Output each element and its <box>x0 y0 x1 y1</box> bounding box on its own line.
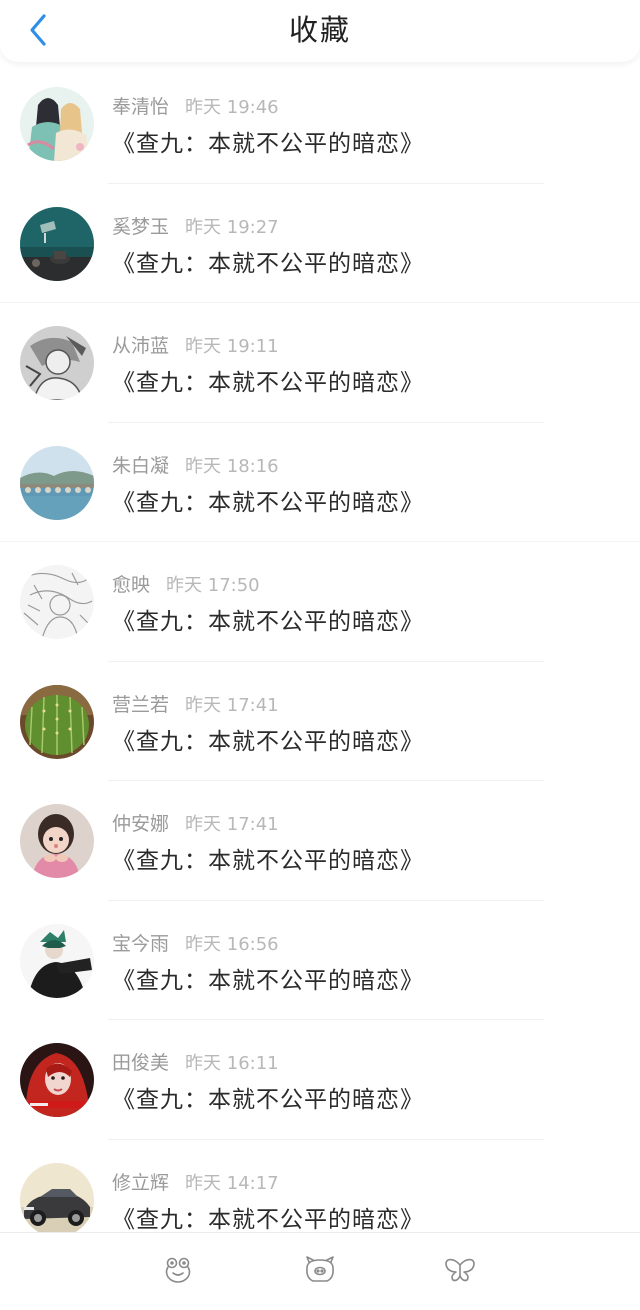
list-item[interactable]: 修立辉 昨天 14:17 《查九：本就不公平的暗恋》 <box>0 1140 640 1233</box>
contact-name: 朱白凝 <box>112 454 170 477</box>
contact-name: 田俊美 <box>112 1052 170 1074</box>
tab-butterfly[interactable] <box>442 1253 478 1287</box>
bottom-tab-bar <box>0 1232 640 1310</box>
favorite-message: 《查九：本就不公平的暗恋》 <box>112 370 424 396</box>
timestamp: 昨天 16:11 <box>185 1053 279 1074</box>
list-item[interactable]: 奉清怡 昨天 19:46 《查九：本就不公平的暗恋》 <box>0 64 640 184</box>
butterfly-icon <box>445 1258 475 1282</box>
child-avatar <box>20 804 94 878</box>
avatar[interactable] <box>20 1162 94 1232</box>
timestamp: 昨天 17:41 <box>185 814 279 835</box>
avatar[interactable] <box>20 565 94 639</box>
timestamp: 昨天 17:50 <box>166 575 260 596</box>
favorite-message: 《查九：本就不公平的暗恋》 <box>112 1206 424 1233</box>
timestamp: 昨天 14:17 <box>185 1172 279 1194</box>
avatar[interactable] <box>20 804 94 878</box>
avatar[interactable] <box>20 87 94 161</box>
timestamp: 昨天 16:56 <box>185 933 279 955</box>
contact-name: 修立辉 <box>112 1171 170 1194</box>
anime-couple-avatar <box>20 87 94 161</box>
list-item[interactable]: 朱白凝 昨天 18:16 《查九：本就不公平的暗恋》 <box>0 423 640 542</box>
contact-name: 营兰若 <box>112 693 170 716</box>
favorite-message: 《查九：本就不公平的暗恋》 <box>112 250 424 277</box>
car-avatar <box>20 1162 94 1232</box>
timestamp: 昨天 19:27 <box>185 216 279 238</box>
pig-icon <box>306 1256 334 1282</box>
avatar[interactable] <box>20 1043 94 1117</box>
list-item[interactable]: 从沛蓝 昨天 19:11 《查九：本就不公平的暗恋》 <box>0 303 640 423</box>
list-item[interactable]: 愈映 昨天 17:50 《查九：本就不公平的暗恋》 <box>0 542 640 662</box>
avatar[interactable] <box>20 923 94 998</box>
favorites-list[interactable]: 奉清怡 昨天 19:46 《查九：本就不公平的暗恋》 奚梦玉 昨天 19:27 《查… <box>0 64 640 1232</box>
top-nav-bar: 收藏 <box>0 0 640 62</box>
red-hair-girl-avatar <box>20 1043 94 1117</box>
favorite-message: 《查九：本就不公平的暗恋》 <box>112 848 424 874</box>
timestamp: 昨天 19:46 <box>185 97 279 118</box>
avatar[interactable] <box>20 445 94 520</box>
sketch-avatar <box>20 326 94 400</box>
contact-name: 宝今雨 <box>112 932 170 955</box>
list-item[interactable]: 宝今雨 昨天 16:56 《查九：本就不公平的暗恋》 <box>0 901 640 1020</box>
list-item[interactable]: 奚梦玉 昨天 19:27 《查九：本就不公平的暗恋》 <box>0 184 640 303</box>
frog-icon <box>165 1257 191 1283</box>
avatar[interactable] <box>20 206 94 281</box>
avatar[interactable] <box>20 684 94 759</box>
favorite-message: 《查九：本就不公平的暗恋》 <box>112 131 424 157</box>
contact-name: 从沛蓝 <box>112 335 170 357</box>
favorite-message: 《查九：本就不公平的暗恋》 <box>112 489 424 516</box>
lineart-avatar <box>20 565 94 639</box>
bridge-lake-avatar <box>20 445 94 520</box>
list-item[interactable]: 仲安娜 昨天 17:41 《查九：本就不公平的暗恋》 <box>0 781 640 901</box>
contact-name: 愈映 <box>112 574 151 596</box>
list-item[interactable]: 营兰若 昨天 17:41 《查九：本就不公平的暗恋》 <box>0 662 640 781</box>
favorite-message: 《查九：本就不公平的暗恋》 <box>112 1087 424 1113</box>
teal-room-avatar <box>20 206 94 281</box>
timestamp: 昨天 17:41 <box>185 694 279 716</box>
contact-name: 仲安娜 <box>112 813 170 835</box>
favorite-message: 《查九：本就不公平的暗恋》 <box>112 967 424 994</box>
contact-name: 奉清怡 <box>112 96 170 118</box>
tab-frog[interactable] <box>160 1253 196 1287</box>
timestamp: 昨天 19:11 <box>185 336 279 357</box>
list-item[interactable]: 田俊美 昨天 16:11 《查九：本就不公平的暗恋》 <box>0 1020 640 1140</box>
contact-name: 奚梦玉 <box>112 215 170 238</box>
tab-pig[interactable] <box>302 1253 338 1287</box>
timestamp: 昨天 18:16 <box>185 455 279 477</box>
page-title: 收藏 <box>288 13 351 47</box>
cactus-avatar <box>20 684 94 759</box>
avatar[interactable] <box>20 326 94 400</box>
favorite-message: 《查九：本就不公平的暗恋》 <box>112 609 424 635</box>
favorite-message: 《查九：本就不公平的暗恋》 <box>112 728 424 755</box>
dark-figure-avatar <box>20 923 94 998</box>
